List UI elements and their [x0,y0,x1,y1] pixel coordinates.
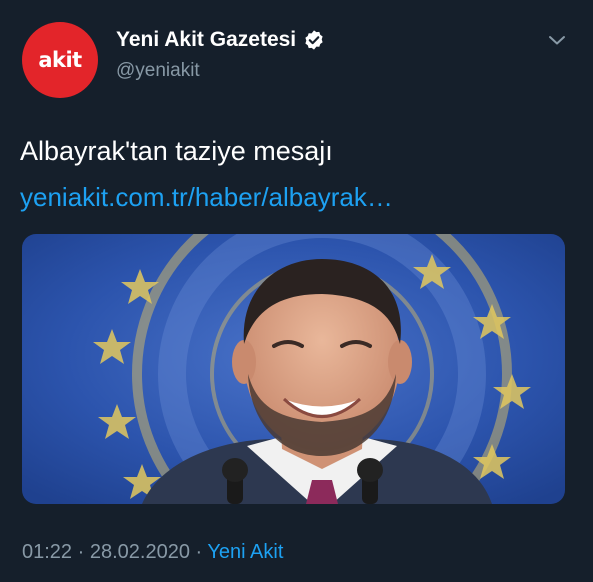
avatar[interactable]: akit [22,22,98,98]
tweet-source-link[interactable]: Yeni Akit [207,541,283,563]
tweet-date[interactable]: 28.02.2020 [90,541,190,563]
meta-separator: · [77,541,85,563]
media-photo [22,234,565,504]
avatar-logo-text: akit [38,48,82,72]
display-name[interactable]: Yeni Akit Gazetesi [116,28,296,52]
meta-separator: · [195,541,203,563]
tweet-media-image[interactable] [22,234,565,504]
tweet-text: Albayrak'tan taziye mesajı [20,136,333,166]
tweet-meta: 01:22 · 28.02.2020 · Yeni Akit [22,541,283,564]
tweet-time[interactable]: 01:22 [22,541,72,563]
chevron-down-icon[interactable] [547,33,567,47]
verified-badge-icon [305,30,323,50]
tweet-link[interactable]: yeniakit.com.tr/haber/albayrak… [20,182,393,213]
author-name-row[interactable]: Yeni Akit Gazetesi [116,28,325,52]
handle[interactable]: @yeniakit [116,60,200,82]
tweet-card[interactable]: akit Yeni Akit Gazetesi @yeniakit Albayr… [0,0,593,582]
